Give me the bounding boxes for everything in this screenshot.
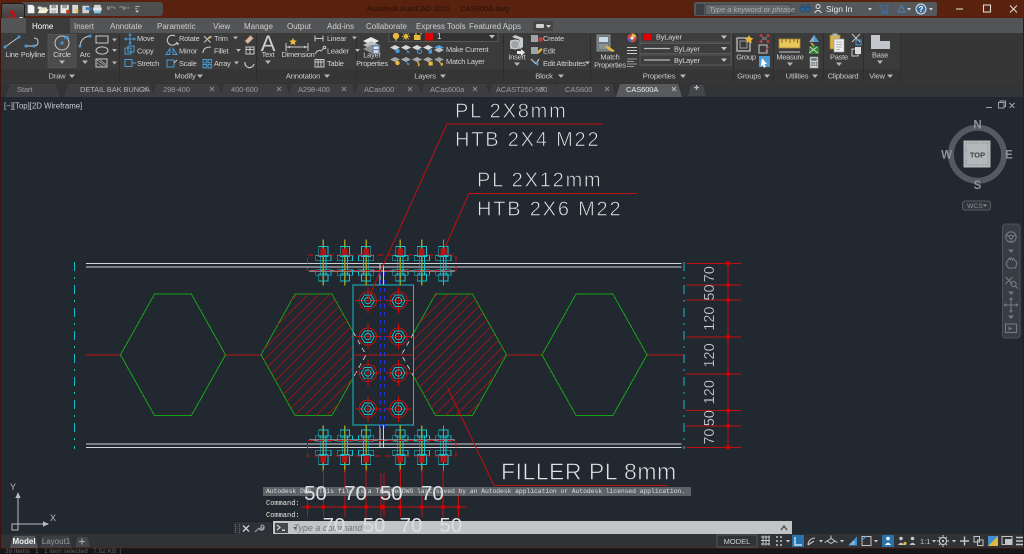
svg-text:50: 50	[380, 482, 403, 505]
svg-text:MODEL: MODEL	[724, 537, 751, 546]
svg-text:1:1: 1:1	[920, 537, 930, 546]
svg-text:70: 70	[344, 482, 367, 505]
svg-text:Layout1: Layout1	[42, 537, 71, 546]
svg-text:Model: Model	[12, 537, 35, 546]
svg-text:50: 50	[304, 482, 327, 505]
svg-text:70: 70	[421, 482, 444, 505]
